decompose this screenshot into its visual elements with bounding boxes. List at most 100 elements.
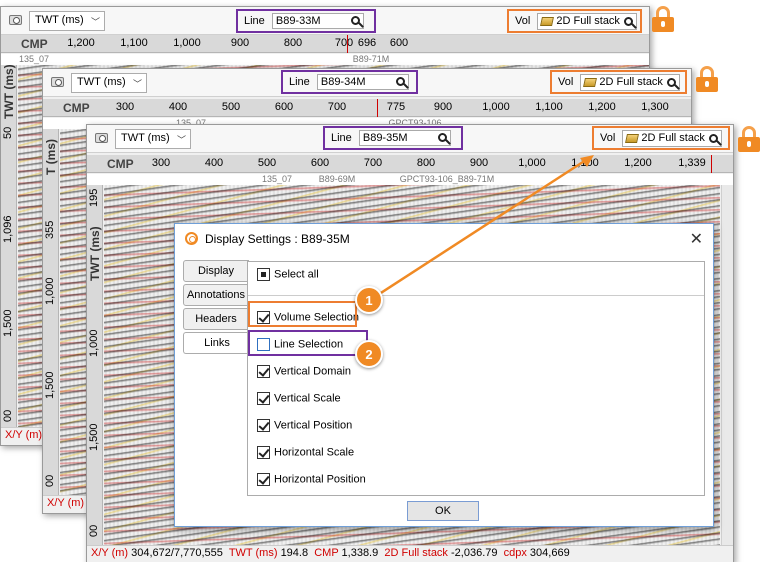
- twt-tick: 00: [88, 524, 100, 537]
- volume-input-value: 2D Full stack: [556, 15, 620, 27]
- lock-icon[interactable]: [696, 66, 718, 92]
- twt-axis-title: TWT (ms): [2, 64, 16, 119]
- close-icon[interactable]: ✕: [690, 229, 703, 249]
- domain-select[interactable]: TWT (ms) ﹀: [115, 129, 191, 149]
- vertical-position-checkbox[interactable]: [257, 419, 270, 432]
- link-option-row[interactable]: Vertical Position: [257, 419, 352, 437]
- volume-input[interactable]: 2D Full stack: [580, 74, 680, 91]
- cursor-line: [377, 99, 378, 117]
- twt-tick: 00: [44, 474, 56, 487]
- vertical-scale-checkbox[interactable]: [257, 392, 270, 405]
- horizontal-position-checkbox[interactable]: [257, 473, 270, 486]
- cmp-tick: 800: [416, 157, 436, 169]
- line-label-row: 135_07 B89-71M: [1, 54, 649, 65]
- link-option-row[interactable]: Horizontal Scale: [257, 446, 354, 464]
- camera-icon[interactable]: [95, 133, 108, 143]
- status-cdpx-label: cdpx: [503, 547, 527, 559]
- volume-input-value: 2D Full stack: [599, 76, 663, 88]
- divider: [248, 295, 704, 296]
- lock-icon[interactable]: [738, 126, 760, 152]
- domain-select-value: TWT (ms): [77, 76, 126, 88]
- ok-button[interactable]: OK: [407, 501, 479, 521]
- volume-input[interactable]: 2D Full stack: [537, 13, 637, 30]
- horizontal-scale-checkbox[interactable]: [257, 446, 270, 459]
- line-selector[interactable]: Line B89-35M: [323, 126, 463, 150]
- cmp-axis: CMP 1,200 1,100 1,000 900 800 700 696 60…: [1, 35, 649, 53]
- vertical-scrollbar[interactable]: [721, 185, 733, 547]
- crossline-label: 135_07: [18, 54, 50, 64]
- tab-links[interactable]: Links: [183, 332, 251, 354]
- line-input[interactable]: B89-35M: [358, 130, 451, 146]
- lock-icon[interactable]: [652, 6, 674, 32]
- search-icon[interactable]: [623, 16, 633, 26]
- twt-tick: 00: [2, 409, 14, 422]
- volume-selector-label: Vol: [558, 76, 574, 88]
- cmp-tick: 775: [386, 101, 406, 113]
- domain-select-value: TWT (ms): [35, 14, 84, 26]
- line-input[interactable]: B89-34M: [316, 74, 409, 90]
- domain-select[interactable]: TWT (ms) ﹀: [29, 11, 105, 31]
- tab-annotations[interactable]: Annotations: [183, 284, 249, 306]
- cursor-line: [711, 155, 712, 173]
- cmp-tick: 1,300: [641, 101, 669, 113]
- chevron-down-icon: ﹀: [90, 17, 100, 27]
- cmp-tick: 500: [257, 157, 277, 169]
- select-all-checkbox[interactable]: [257, 268, 270, 281]
- select-all-row[interactable]: Select all: [257, 268, 319, 286]
- link-option-label: Horizontal Position: [274, 473, 366, 486]
- twt-tick: 50: [2, 126, 14, 139]
- folder-icon: [583, 77, 598, 87]
- tab-display[interactable]: Display: [183, 260, 249, 282]
- link-option-row[interactable]: Vertical Scale: [257, 392, 341, 410]
- twt-tick: 1,500: [88, 423, 100, 451]
- link-option-label: Vertical Position: [274, 419, 353, 432]
- line-input[interactable]: B89-33M: [271, 13, 364, 29]
- volume-input[interactable]: 2D Full stack: [622, 130, 722, 147]
- crossline-label: B89-69M: [318, 174, 356, 184]
- search-icon[interactable]: [395, 77, 405, 86]
- volume-selector[interactable]: Vol 2D Full stack: [550, 70, 687, 94]
- status-xy-label: X/Y (m): [47, 497, 85, 509]
- status-xy-label: X/Y (m): [91, 547, 129, 559]
- line-selector-label: Line: [244, 15, 265, 27]
- cmp-tick: 1,100: [535, 101, 563, 113]
- line-selector[interactable]: Line B89-34M: [281, 70, 418, 94]
- link-option-row[interactable]: Vertical Domain: [257, 365, 351, 383]
- twt-tick: 1,000: [44, 277, 56, 305]
- cmp-axis: CMP 300 400 500 600 700 775 900 1,000 1,…: [43, 99, 691, 117]
- cmp-tick: 300: [115, 101, 135, 113]
- search-icon[interactable]: [437, 133, 447, 142]
- search-icon[interactable]: [708, 133, 718, 143]
- cmp-tick: 900: [469, 157, 489, 169]
- volume-selector-label: Vol: [515, 15, 531, 27]
- dialog-title-bar: Display Settings : B89-35M ✕: [175, 224, 713, 254]
- line-selector[interactable]: Line B89-33M: [236, 9, 376, 33]
- search-icon[interactable]: [350, 16, 360, 25]
- tab-headers[interactable]: Headers: [183, 308, 249, 330]
- camera-icon[interactable]: [51, 77, 64, 87]
- status-twt-label: TWT (ms): [228, 547, 278, 559]
- folder-icon: [540, 16, 555, 26]
- status-twt-value: 194.8: [280, 547, 309, 559]
- line-input-value: B89-35M: [362, 132, 408, 144]
- select-all-label: Select all: [274, 268, 319, 281]
- cmp-tick: 1,339: [678, 157, 706, 169]
- cmp-tick: 600: [389, 37, 409, 49]
- cmp-tick: 1,100: [120, 37, 148, 49]
- link-option-label: Horizontal Scale: [274, 446, 355, 459]
- search-icon[interactable]: [666, 77, 676, 87]
- line-input-value: B89-33M: [275, 15, 321, 27]
- volume-selector[interactable]: Vol 2D Full stack: [507, 9, 642, 33]
- cmp-tick: 900: [230, 37, 250, 49]
- domain-select[interactable]: TWT (ms) ﹀: [71, 73, 147, 93]
- volume-selector[interactable]: Vol 2D Full stack: [592, 126, 730, 150]
- cmp-tick: 800: [283, 37, 303, 49]
- link-option-row[interactable]: Horizontal Position: [257, 473, 366, 491]
- crossline-label: 135_07: [261, 174, 293, 184]
- twt-tick: 195: [88, 188, 100, 207]
- cmp-tick: 1,000: [173, 37, 201, 49]
- vertical-domain-checkbox[interactable]: [257, 365, 270, 378]
- link-option-label: Vertical Domain: [274, 365, 352, 378]
- cmp-tick: 600: [310, 157, 330, 169]
- camera-icon[interactable]: [9, 15, 22, 25]
